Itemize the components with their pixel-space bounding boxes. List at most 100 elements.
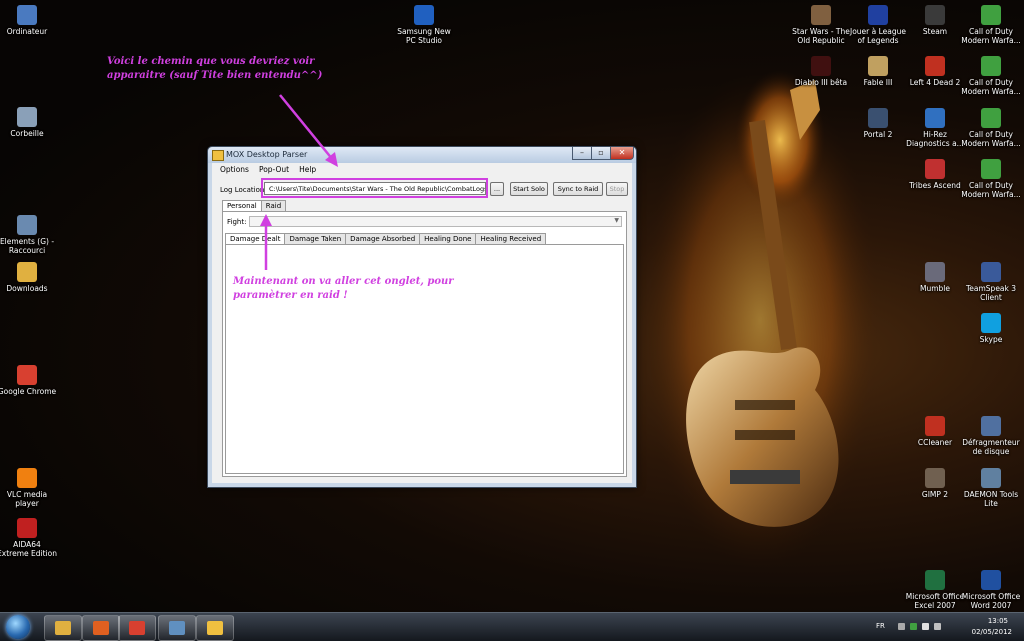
desktop-shortcut[interactable]: Diablo III bêta [791,56,851,87]
desktop-shortcut[interactable]: Google Chrome [0,365,57,396]
desktop-shortcut[interactable]: Left 4 Dead 2 [905,56,965,87]
desktop-shortcut[interactable]: Défragmenteur de disque [961,416,1021,456]
aida64-icon [17,518,37,538]
start-button[interactable] [6,615,30,639]
desktop-shortcut[interactable]: Call of Duty Modern Warfa... [961,108,1021,148]
desktop-shortcut[interactable]: Tribes Ascend [905,159,965,190]
media-player-icon [93,621,109,635]
close-button[interactable]: ✕ [610,147,634,160]
desktop-shortcut[interactable]: Star Wars - The Old Republic [791,5,851,45]
desktop-shortcut[interactable]: Mumble [905,262,965,293]
desktop-shortcut[interactable]: Microsoft Office Word 2007 [961,570,1021,610]
taskbar: FR 13:05 02/05/2012 [0,612,1024,641]
desktop-shortcut[interactable]: Portal 2 [848,108,908,139]
window-title: MOX Desktop Parser [226,150,308,159]
desktop-shortcut-label: Downloads [6,284,48,293]
desktop-shortcut-label: AIDA64 Extreme Edition [0,540,57,558]
stop-button[interactable]: Stop [606,182,628,196]
show-hidden-icons-icon[interactable] [898,623,905,630]
clock-date[interactable]: 02/05/2012 [972,628,1012,636]
desktop-shortcut[interactable]: Microsoft Office Excel 2007 [905,570,965,610]
desktop-shortcut[interactable]: Fable III [848,56,908,87]
action-center-icon[interactable] [922,623,929,630]
desktop-shortcut-label: Call of Duty Modern Warfa... [961,181,1021,199]
desktop-shortcut[interactable]: Samsung New PC Studio [394,5,454,45]
annotation-raid-tab-note: Maintenant on va aller cet onglet, pour … [233,276,454,301]
desktop-shortcut[interactable]: Call of Duty Modern Warfa... [961,56,1021,96]
paint-icon [169,621,185,635]
desktop-shortcut[interactable]: TeamSpeak 3 Client [961,262,1021,302]
personal-panel: Fight: ▼ Damage Dealt Damage Taken Damag… [222,211,627,477]
taskbar-button[interactable] [196,615,234,641]
desktop-shortcut-label: VLC media player [6,490,48,508]
menu-options[interactable]: Options [220,165,249,178]
desktop-shortcut-label: Google Chrome [0,387,57,396]
word-icon [981,570,1001,590]
desktop-shortcut-label: CCleaner [917,438,953,447]
desktop-shortcut[interactable]: Jouer à League of Legends [848,5,908,45]
swtor-icon [811,5,831,25]
desktop-shortcut[interactable]: Call of Duty Modern Warfa... [961,159,1021,199]
annotation-path-note: Voici le chemin que vous devriez voir ap… [107,56,323,81]
desktop-shortcut[interactable]: Hi-Rez Diagnostics a... [905,108,965,148]
taskbar-button[interactable] [44,615,82,641]
desktop-shortcut[interactable]: Corbeille [0,107,57,138]
hirez-icon [925,108,945,128]
menu-help[interactable]: Help [299,165,316,178]
mox-parser-window: MOX Desktop Parser – ▫ ✕ Options Pop-Out… [207,146,637,488]
desktop-shortcut[interactable]: DAEMON Tools Lite [961,468,1021,508]
excel-icon [925,570,945,590]
chrome-icon [17,365,37,385]
log-location-row: Log Location: C:\Users\Tite\Documents\St… [212,178,632,199]
browse-button[interactable]: ... [490,182,504,196]
desktop-shortcut[interactable]: AIDA64 Extreme Edition [0,518,57,558]
mox-parser-icon [207,621,223,635]
desktop-shortcut[interactable]: CCleaner [905,416,965,447]
ccleaner-icon [925,416,945,436]
desktop-shortcut[interactable]: Ordinateur [0,5,57,36]
desktop-shortcut-label: Skype [979,335,1003,344]
samsung-pc-studio-icon [414,5,434,25]
clock-time[interactable]: 13:05 [988,617,1008,625]
desktop-shortcut-label: Hi-Rez Diagnostics a... [906,130,964,148]
network-tray-icon[interactable] [910,623,917,630]
language-indicator[interactable]: FR [876,622,885,630]
cod-icon [981,56,1001,76]
desktop-shortcut-label: Call of Duty Modern Warfa... [961,130,1021,148]
sync-to-raid-button[interactable]: Sync to Raid [553,182,603,196]
left4dead-icon [925,56,945,76]
desktop-shortcut-label: Corbeille [10,129,44,138]
maximize-button[interactable]: ▫ [591,147,611,160]
minimize-button[interactable]: – [572,147,592,160]
menu-pop-out[interactable]: Pop-Out [259,165,289,178]
recycle-bin-icon [17,107,37,127]
desktop-shortcut[interactable]: Downloads [0,262,57,293]
desktop-shortcut-label: Fable III [863,78,893,87]
taskbar-button[interactable] [118,615,156,641]
start-solo-button[interactable]: Start Solo [510,182,548,196]
desktop-shortcut[interactable]: GIMP 2 [905,468,965,499]
taskbar-button[interactable] [82,615,120,641]
title-bar[interactable]: MOX Desktop Parser – ▫ ✕ [208,147,636,163]
desktop-shortcut[interactable]: Elements (G) - Raccourci [0,215,57,255]
desktop-shortcut-label: Call of Duty Modern Warfa... [961,27,1021,45]
desktop-shortcut[interactable]: VLC media player [0,468,57,508]
taskbar-button[interactable] [158,615,196,641]
cod-icon [981,5,1001,25]
fight-dropdown[interactable]: ▼ [249,216,622,227]
desktop-shortcut[interactable]: Steam [905,5,965,36]
desktop-shortcut[interactable]: Call of Duty Modern Warfa... [961,5,1021,45]
mumble-icon [925,262,945,282]
desktop-shortcut[interactable]: Skype [961,313,1021,344]
log-location-input[interactable]: C:\Users\Tite\Documents\Star Wars - The … [264,182,486,195]
explorer-icon [55,621,71,635]
diablo-icon [811,56,831,76]
portal-icon [868,108,888,128]
desktop-shortcut-label: GIMP 2 [921,490,949,499]
volume-icon[interactable] [934,623,941,630]
system-tray: FR 13:05 02/05/2012 [864,613,1024,641]
desktop-shortcut-label: Call of Duty Modern Warfa... [961,78,1021,96]
chrome-icon [129,621,145,635]
tribes-icon [925,159,945,179]
computer-icon [17,5,37,25]
